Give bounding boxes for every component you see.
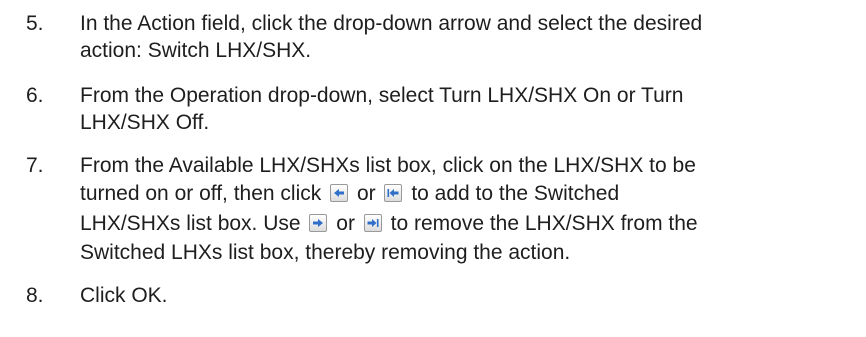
- step-line-part: LHX/SHXs list box. Use: [80, 212, 301, 235]
- step-text: Click OK.: [80, 282, 860, 309]
- step-number: 6.: [26, 84, 44, 107]
- step-line: From the Operation drop-down, select Tur…: [80, 84, 684, 107]
- step-number: 8.: [26, 284, 44, 307]
- step-line: LHX/SHXs list box. Use or to remove the …: [80, 209, 860, 239]
- step-line: In the Action field, click the drop-down…: [80, 12, 703, 35]
- step-number: 5.: [26, 12, 44, 35]
- step-line-part: or: [356, 182, 376, 205]
- step-line-part: to add to the Switched: [411, 182, 620, 205]
- add-all-icon: [384, 184, 403, 202]
- step-text: In the Action field, click the drop-down…: [80, 10, 860, 64]
- step-text: From the Operation drop-down, select Tur…: [80, 82, 860, 136]
- step-line: From the Available LHX/SHXs list box, cl…: [80, 154, 696, 177]
- remove-one-icon: [309, 214, 328, 232]
- step-line: action: Switch LHX/SHX.: [80, 39, 312, 62]
- instruction-steps: 5. In the Action field, click the drop-d…: [0, 0, 866, 337]
- step-text: From the Available LHX/SHXs list box, cl…: [80, 152, 860, 266]
- step-line: Click OK.: [80, 284, 168, 307]
- step-line-part: turned on or off, then click: [80, 182, 322, 205]
- add-one-icon: [330, 184, 349, 202]
- step-line-part: to remove the LHX/SHX from the: [390, 212, 698, 235]
- remove-all-icon: [363, 214, 382, 232]
- step-line: LHX/SHX Off.: [80, 111, 210, 134]
- step-line: Switched LHXs list box, thereby removing…: [80, 241, 571, 264]
- step-line: turned on or off, then click or to add t…: [80, 179, 860, 209]
- step-line-part: or: [336, 212, 355, 235]
- step-number: 7.: [26, 154, 44, 177]
